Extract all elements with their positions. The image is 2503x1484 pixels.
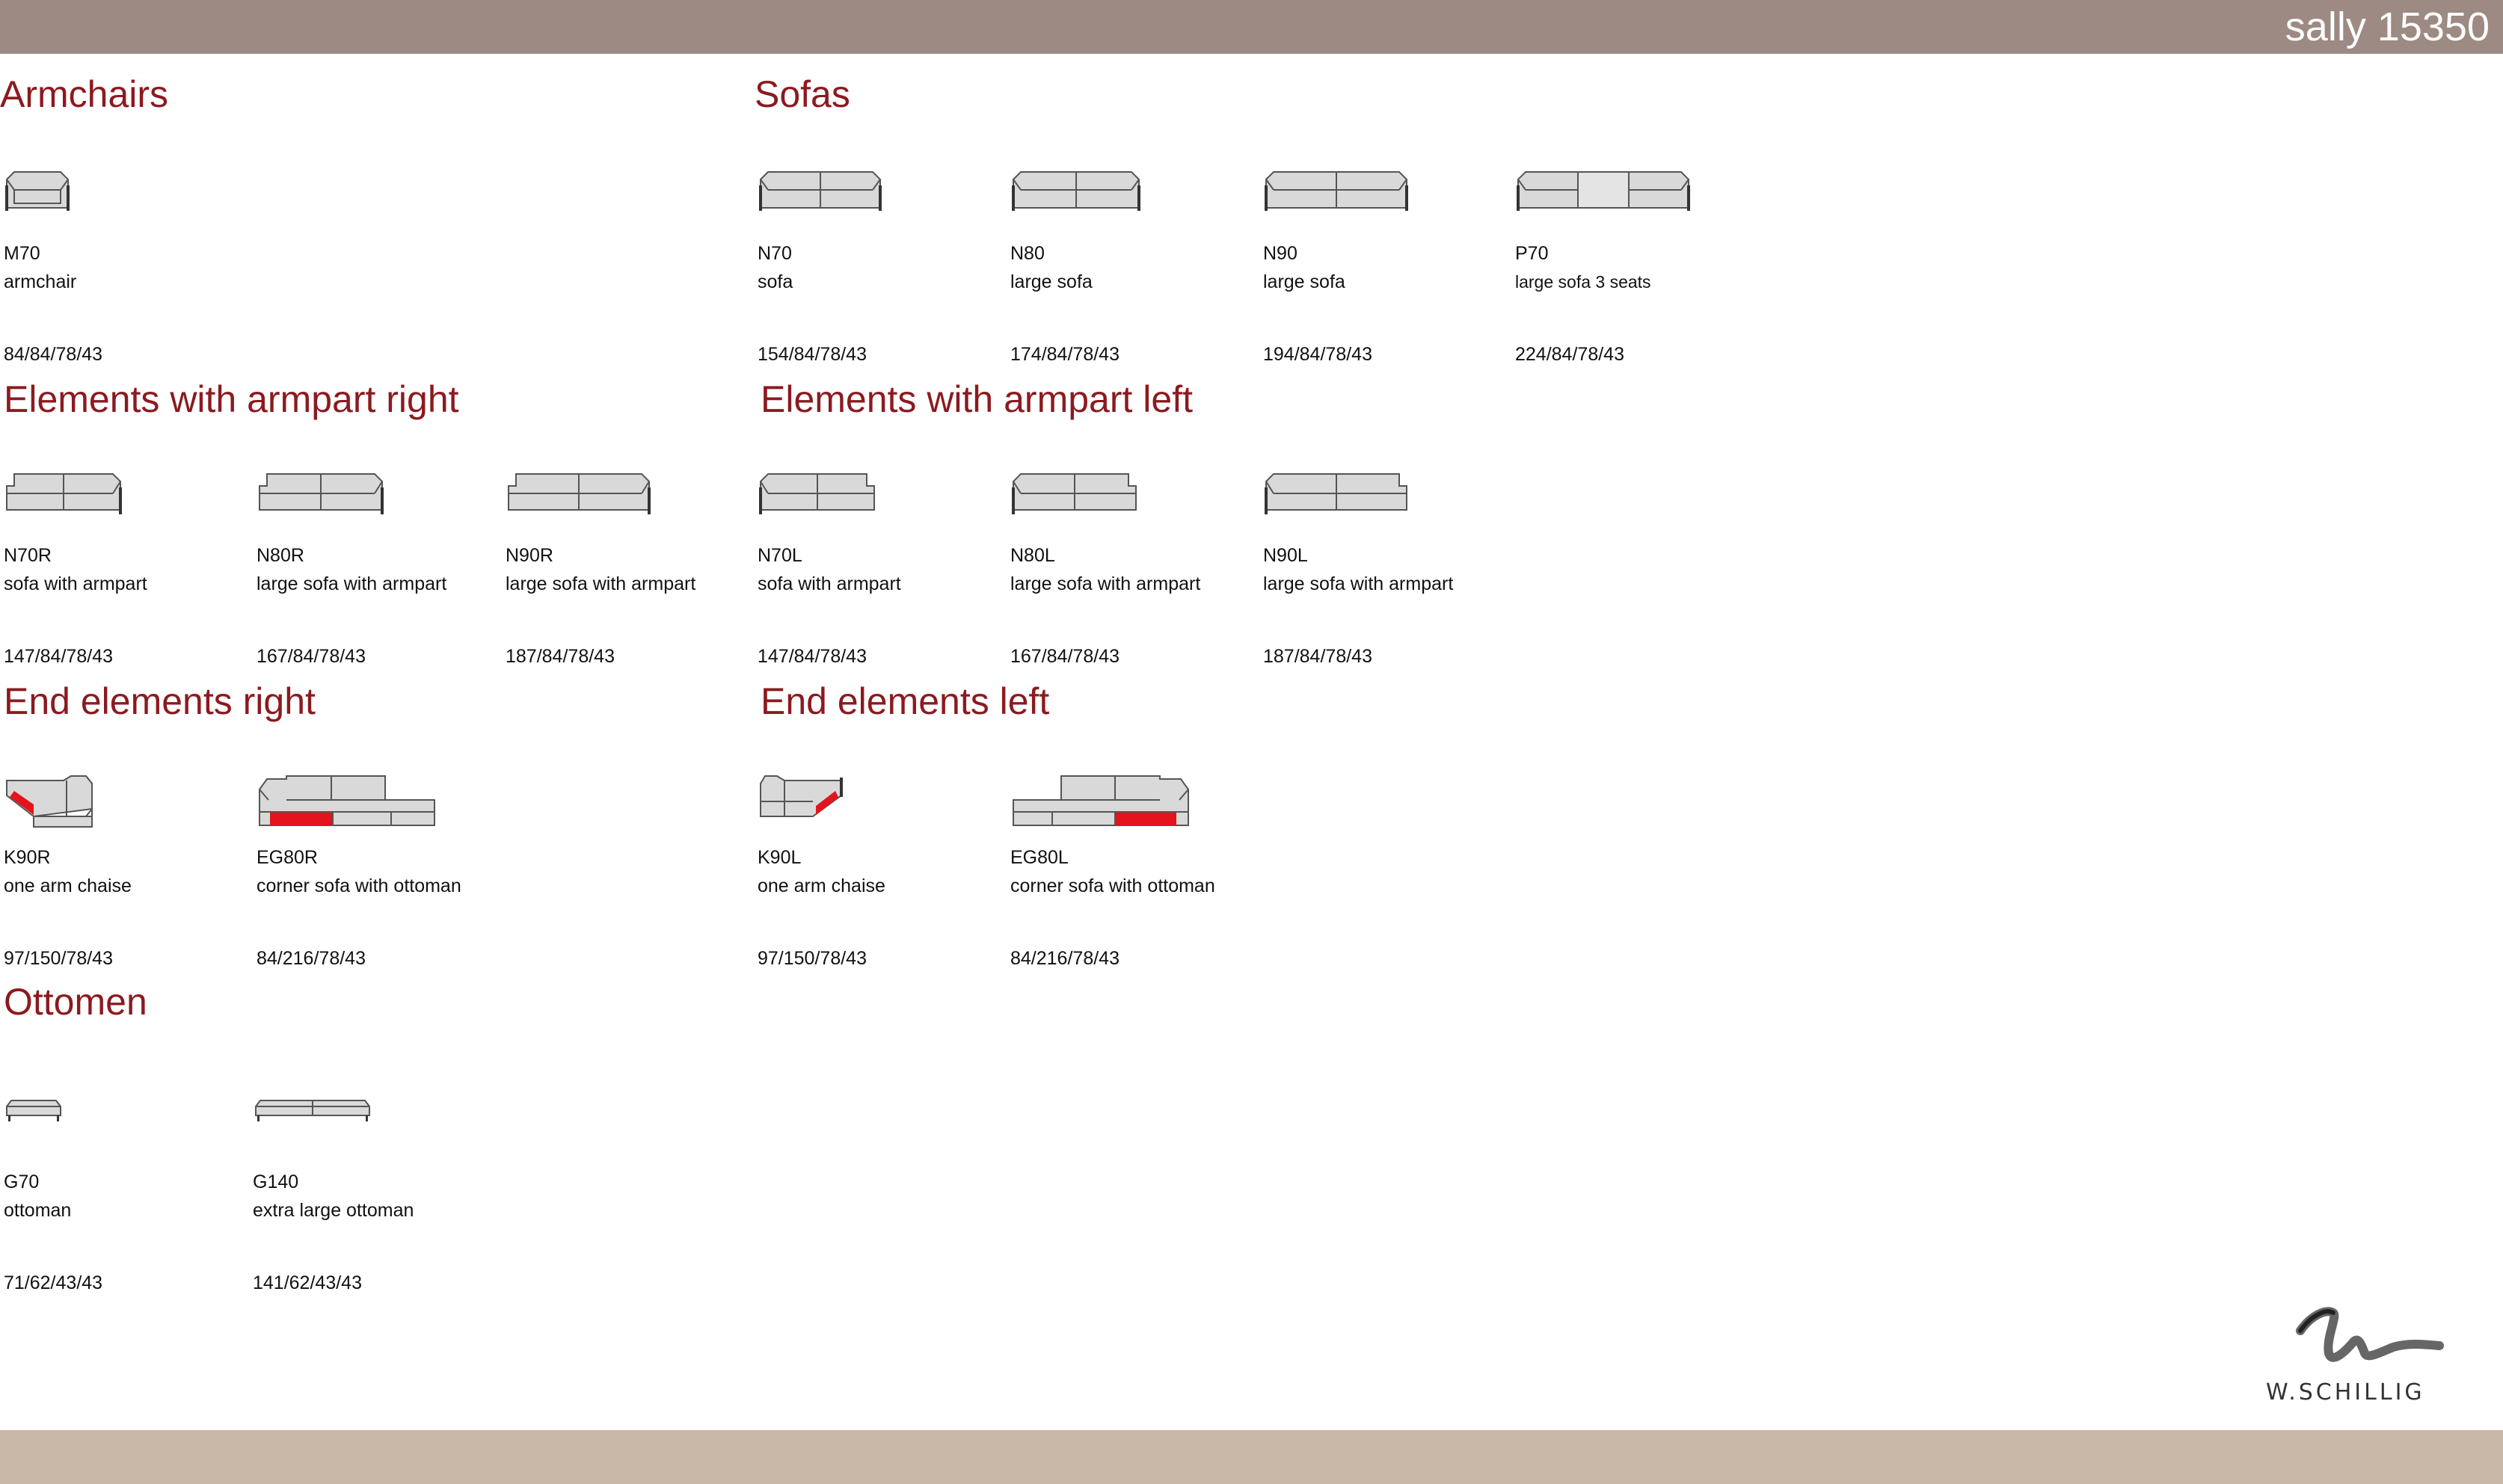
- item-dimensions: 147/84/78/43: [4, 646, 113, 667]
- item-description: armchair: [4, 271, 77, 292]
- item-code: P70: [1515, 243, 1549, 264]
- item-dimensions: 194/84/78/43: [1263, 344, 1372, 365]
- item-code: N70R: [4, 545, 52, 566]
- section-title-end-right: End elements right: [4, 680, 316, 722]
- header-bar: sally 15350: [0, 0, 2503, 54]
- item-dimensions: 167/84/78/43: [257, 646, 366, 667]
- item-code: N90L: [1263, 545, 1308, 566]
- item-dimensions: 71/62/43/43: [4, 1272, 103, 1293]
- item-code: G140: [253, 1172, 299, 1192]
- item-description: extra large ottoman: [253, 1200, 414, 1221]
- armchair-icon: [5, 171, 70, 211]
- item-dimensions: 174/84/78/43: [1010, 344, 1120, 365]
- item-description: sofa with armpart: [758, 573, 901, 594]
- item-description: ottoman: [4, 1200, 72, 1221]
- item-description: large sofa with armpart: [1263, 573, 1454, 594]
- item-code: K90L: [758, 847, 802, 868]
- sofa-armpart-right-icon: [508, 473, 651, 514]
- item-dimensions: 97/150/78/43: [4, 948, 113, 969]
- sofa-armpart-left-icon: [1012, 473, 1137, 514]
- sofa-icon: [1265, 171, 1408, 211]
- item-description: large sofa with armpart: [1010, 573, 1201, 594]
- item-description: one arm chaise: [758, 875, 885, 896]
- item-dimensions: 84/216/78/43: [257, 948, 366, 969]
- item-description: corner sofa with ottoman: [257, 875, 461, 896]
- section-title-end-left: End elements left: [761, 680, 1050, 722]
- section-title-sofas: Sofas: [755, 73, 850, 115]
- item-dimensions: 97/150/78/43: [758, 948, 867, 969]
- item-dimensions: 187/84/78/43: [506, 646, 615, 667]
- chaise-left-icon: [760, 775, 843, 817]
- brand-logo-mark-icon: [2296, 1307, 2444, 1362]
- item-code: N70L: [758, 545, 802, 566]
- item-code: K90R: [4, 847, 51, 868]
- item-dimensions: 224/84/78/43: [1515, 344, 1624, 365]
- item-description: large sofa with armpart: [506, 573, 696, 594]
- sofa-armpart-right-icon: [259, 473, 384, 514]
- item-description: corner sofa with ottoman: [1010, 875, 1215, 896]
- section-title-ottomen: Ottomen: [4, 981, 147, 1023]
- item-dimensions: 167/84/78/43: [1010, 646, 1120, 667]
- chaise-right-icon: [6, 775, 93, 828]
- item-dimensions: 147/84/78/43: [758, 646, 867, 667]
- page-title: sally 15350: [2285, 4, 2490, 49]
- item-code: N90: [1263, 243, 1297, 264]
- item-code: N90R: [506, 545, 553, 566]
- item-code: N70: [758, 243, 792, 264]
- item-code: G70: [4, 1172, 40, 1192]
- item-dimensions: 154/84/78/43: [758, 344, 867, 365]
- item-code: N80: [1010, 243, 1045, 264]
- brand-logo-text: W.SCHILLIG: [2266, 1379, 2425, 1406]
- corner-sofa-right-icon: [259, 775, 435, 826]
- sofa-armpart-left-icon: [1265, 473, 1407, 514]
- section-title-armpart-left: Elements with armpart left: [761, 378, 1193, 420]
- corner-sofa-left-icon: [1013, 775, 1189, 826]
- item-code: N80R: [257, 545, 304, 566]
- item-description: sofa with armpart: [4, 573, 147, 594]
- sofa-three-seat-icon: [1517, 171, 1690, 211]
- item-dimensions: 84/216/78/43: [1010, 948, 1120, 969]
- sofa-icon: [1012, 171, 1140, 211]
- item-code: M70: [4, 243, 40, 264]
- brand-logo: W.SCHILLIG: [2266, 1301, 2490, 1413]
- section-title-armchairs: Armchairs: [0, 73, 169, 115]
- ottoman-icon: [6, 1100, 61, 1121]
- item-dimensions: 84/84/78/43: [4, 344, 103, 365]
- item-code: EG80R: [257, 847, 318, 868]
- ottoman-large-icon: [255, 1100, 370, 1121]
- item-description: sofa: [758, 271, 793, 292]
- footer-bar: [0, 1430, 2503, 1484]
- section-title-armpart-right: Elements with armpart right: [4, 378, 459, 420]
- item-code: N80L: [1010, 545, 1055, 566]
- sofa-armpart-right-icon: [6, 473, 122, 514]
- item-description: large sofa: [1010, 271, 1093, 292]
- item-dimensions: 187/84/78/43: [1263, 646, 1372, 667]
- item-dimensions: 141/62/43/43: [253, 1272, 362, 1293]
- item-description: one arm chaise: [4, 875, 132, 896]
- sofa-icon: [759, 171, 882, 211]
- item-description: large sofa: [1263, 271, 1345, 292]
- item-description: large sofa 3 seats: [1515, 272, 1651, 292]
- item-description: large sofa with armpart: [257, 573, 447, 594]
- item-code: EG80L: [1010, 847, 1069, 868]
- sofa-armpart-left-icon: [759, 473, 875, 514]
